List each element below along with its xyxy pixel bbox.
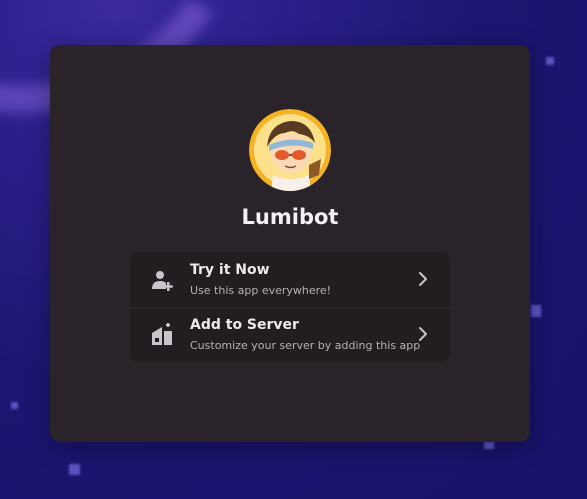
chevron-right-icon [416, 270, 430, 288]
app-authorize-modal: Lumibot Try it Now Use this app everywhe… [50, 45, 530, 442]
user-add-icon [150, 268, 174, 292]
server-add-icon [150, 323, 174, 347]
options-panel: Try it Now Use this app everywhere! Add … [130, 252, 450, 362]
bot-avatar-icon [249, 109, 331, 191]
background-particle [69, 464, 80, 475]
background-particle [531, 305, 541, 317]
option-title: Try it Now [190, 262, 270, 278]
add-to-server-option[interactable]: Add to Server Customize your server by a… [130, 307, 450, 362]
app-name: Lumibot [241, 205, 339, 229]
background-particle [484, 441, 494, 449]
background-particle [546, 57, 554, 65]
background-particle [11, 402, 18, 409]
option-subtitle: Customize your server by adding this app [190, 339, 421, 352]
bot-avatar [249, 109, 331, 191]
chevron-right-icon [416, 325, 430, 343]
option-subtitle: Use this app everywhere! [190, 284, 332, 297]
option-title: Add to Server [190, 317, 299, 333]
try-it-now-option[interactable]: Try it Now Use this app everywhere! [130, 252, 450, 308]
